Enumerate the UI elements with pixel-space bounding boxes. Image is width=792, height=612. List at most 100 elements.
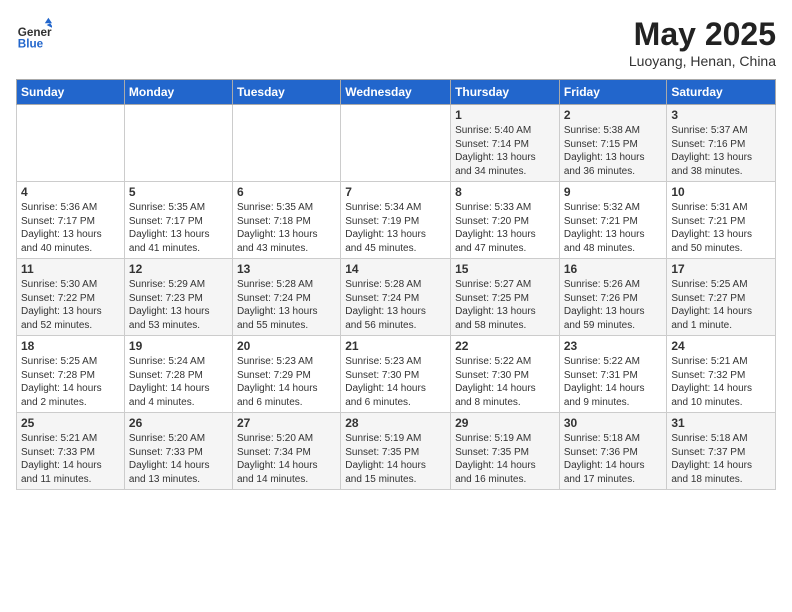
calendar-cell: 23Sunrise: 5:22 AM Sunset: 7:31 PM Dayli… — [559, 336, 667, 413]
day-info: Sunrise: 5:24 AM Sunset: 7:28 PM Dayligh… — [129, 355, 228, 409]
calendar-cell: 24Sunrise: 5:21 AM Sunset: 7:32 PM Dayli… — [667, 336, 776, 413]
weekday-wednesday: Wednesday — [341, 80, 451, 105]
day-info: Sunrise: 5:20 AM Sunset: 7:34 PM Dayligh… — [237, 432, 336, 486]
day-info: Sunrise: 5:25 AM Sunset: 7:27 PM Dayligh… — [671, 278, 771, 332]
day-number: 2 — [564, 108, 663, 122]
day-number: 28 — [345, 416, 446, 430]
day-number: 3 — [671, 108, 771, 122]
weekday-sunday: Sunday — [17, 80, 125, 105]
day-number: 19 — [129, 339, 228, 353]
day-number: 24 — [671, 339, 771, 353]
day-info: Sunrise: 5:23 AM Sunset: 7:29 PM Dayligh… — [237, 355, 336, 409]
day-number: 25 — [21, 416, 120, 430]
logo-icon: General Blue — [16, 16, 52, 52]
day-info: Sunrise: 5:35 AM Sunset: 7:17 PM Dayligh… — [129, 201, 228, 255]
title-block: May 2025 Luoyang, Henan, China — [629, 16, 776, 69]
page-header: General Blue May 2025 Luoyang, Henan, Ch… — [16, 16, 776, 69]
day-info: Sunrise: 5:37 AM Sunset: 7:16 PM Dayligh… — [671, 124, 771, 178]
month-title: May 2025 — [629, 16, 776, 53]
svg-text:Blue: Blue — [18, 38, 44, 51]
calendar-cell: 11 Sunrise: 5:30 AM Sunset: 7:22 PM Dayli… — [17, 259, 125, 336]
day-number: 20 — [237, 339, 336, 353]
calendar-cell: 16 Sunrise: 5:26 AM Sunset: 7:26 PM Dayli… — [559, 259, 667, 336]
calendar-cell: 13 Sunrise: 5:28 AM Sunset: 7:24 PM Dayli… — [232, 259, 340, 336]
calendar-cell: 26 Sunrise: 5:20 AM Sunset: 7:33 PM Dayli… — [124, 413, 232, 490]
calendar-cell — [124, 105, 232, 182]
calendar-cell — [232, 105, 340, 182]
day-info: Sunrise: 5:28 AM Sunset: 7:24 PM Dayligh… — [345, 278, 446, 332]
day-number: 12 — [129, 262, 228, 276]
day-info: Sunrise: 5:26 AM Sunset: 7:26 PM Dayligh… — [564, 278, 663, 332]
calendar-cell: 25 Sunrise: 5:21 AM Sunset: 7:33 PM Dayli… — [17, 413, 125, 490]
calendar-cell: 2 Sunrise: 5:38 AM Sunset: 7:15 PM Daylig… — [559, 105, 667, 182]
calendar-cell: 15 Sunrise: 5:27 AM Sunset: 7:25 PM Dayli… — [451, 259, 560, 336]
calendar-cell: 31 Sunrise: 5:18 AM Sunset: 7:37 PM Dayli… — [667, 413, 776, 490]
day-number: 16 — [564, 262, 663, 276]
day-info: Sunrise: 5:19 AM Sunset: 7:35 PM Dayligh… — [455, 432, 555, 486]
calendar-cell: 27 Sunrise: 5:20 AM Sunset: 7:34 PM Dayli… — [232, 413, 340, 490]
day-number: 15 — [455, 262, 555, 276]
week-row-1: 1 Sunrise: 5:40 AM Sunset: 7:14 PM Daylig… — [17, 105, 776, 182]
calendar-cell: 4 Sunrise: 5:36 AM Sunset: 7:17 PM Daylig… — [17, 182, 125, 259]
day-info: Sunrise: 5:38 AM Sunset: 7:15 PM Dayligh… — [564, 124, 663, 178]
weekday-monday: Monday — [124, 80, 232, 105]
day-info: Sunrise: 5:20 AM Sunset: 7:33 PM Dayligh… — [129, 432, 228, 486]
calendar-table: SundayMondayTuesdayWednesdayThursdayFrid… — [16, 79, 776, 490]
day-info: Sunrise: 5:21 AM Sunset: 7:33 PM Dayligh… — [21, 432, 120, 486]
day-number: 8 — [455, 185, 555, 199]
weekday-tuesday: Tuesday — [232, 80, 340, 105]
day-number: 30 — [564, 416, 663, 430]
day-info: Sunrise: 5:22 AM Sunset: 7:30 PM Dayligh… — [455, 355, 555, 409]
day-info: Sunrise: 5:33 AM Sunset: 7:20 PM Dayligh… — [455, 201, 555, 255]
day-info: Sunrise: 5:27 AM Sunset: 7:25 PM Dayligh… — [455, 278, 555, 332]
weekday-thursday: Thursday — [451, 80, 560, 105]
calendar-cell: 28 Sunrise: 5:19 AM Sunset: 7:35 PM Dayli… — [341, 413, 451, 490]
calendar-cell: 7 Sunrise: 5:34 AM Sunset: 7:19 PM Daylig… — [341, 182, 451, 259]
day-info: Sunrise: 5:19 AM Sunset: 7:35 PM Dayligh… — [345, 432, 446, 486]
day-info: Sunrise: 5:30 AM Sunset: 7:22 PM Dayligh… — [21, 278, 120, 332]
week-row-5: 25 Sunrise: 5:21 AM Sunset: 7:33 PM Dayli… — [17, 413, 776, 490]
day-info: Sunrise: 5:18 AM Sunset: 7:36 PM Dayligh… — [564, 432, 663, 486]
day-number: 17 — [671, 262, 771, 276]
day-info: Sunrise: 5:18 AM Sunset: 7:37 PM Dayligh… — [671, 432, 771, 486]
week-row-3: 11 Sunrise: 5:30 AM Sunset: 7:22 PM Dayli… — [17, 259, 776, 336]
week-row-4: 18Sunrise: 5:25 AM Sunset: 7:28 PM Dayli… — [17, 336, 776, 413]
day-number: 1 — [455, 108, 555, 122]
calendar-cell: 3 Sunrise: 5:37 AM Sunset: 7:16 PM Daylig… — [667, 105, 776, 182]
day-info: Sunrise: 5:28 AM Sunset: 7:24 PM Dayligh… — [237, 278, 336, 332]
location: Luoyang, Henan, China — [629, 53, 776, 69]
day-info: Sunrise: 5:40 AM Sunset: 7:14 PM Dayligh… — [455, 124, 555, 178]
calendar-cell: 12 Sunrise: 5:29 AM Sunset: 7:23 PM Dayli… — [124, 259, 232, 336]
calendar-cell: 6Sunrise: 5:35 AM Sunset: 7:18 PM Daylig… — [232, 182, 340, 259]
calendar-cell: 17 Sunrise: 5:25 AM Sunset: 7:27 PM Dayli… — [667, 259, 776, 336]
day-number: 9 — [564, 185, 663, 199]
calendar-cell: 10Sunrise: 5:31 AM Sunset: 7:21 PM Dayli… — [667, 182, 776, 259]
calendar-cell: 19 Sunrise: 5:24 AM Sunset: 7:28 PM Dayli… — [124, 336, 232, 413]
day-number: 11 — [21, 262, 120, 276]
weekday-saturday: Saturday — [667, 80, 776, 105]
calendar-cell: 22 Sunrise: 5:22 AM Sunset: 7:30 PM Dayli… — [451, 336, 560, 413]
day-number: 27 — [237, 416, 336, 430]
day-number: 4 — [21, 185, 120, 199]
weekday-header-row: SundayMondayTuesdayWednesdayThursdayFrid… — [17, 80, 776, 105]
day-number: 14 — [345, 262, 446, 276]
day-info: Sunrise: 5:22 AM Sunset: 7:31 PM Dayligh… — [564, 355, 663, 409]
day-number: 5 — [129, 185, 228, 199]
day-number: 21 — [345, 339, 446, 353]
logo: General Blue — [16, 16, 52, 52]
day-info: Sunrise: 5:29 AM Sunset: 7:23 PM Dayligh… — [129, 278, 228, 332]
day-number: 7 — [345, 185, 446, 199]
day-info: Sunrise: 5:36 AM Sunset: 7:17 PM Dayligh… — [21, 201, 120, 255]
day-number: 13 — [237, 262, 336, 276]
day-number: 29 — [455, 416, 555, 430]
day-number: 26 — [129, 416, 228, 430]
calendar-cell: 18Sunrise: 5:25 AM Sunset: 7:28 PM Dayli… — [17, 336, 125, 413]
day-number: 31 — [671, 416, 771, 430]
calendar-cell: 8 Sunrise: 5:33 AM Sunset: 7:20 PM Daylig… — [451, 182, 560, 259]
day-info: Sunrise: 5:34 AM Sunset: 7:19 PM Dayligh… — [345, 201, 446, 255]
day-number: 22 — [455, 339, 555, 353]
day-info: Sunrise: 5:25 AM Sunset: 7:28 PM Dayligh… — [21, 355, 120, 409]
calendar-cell — [17, 105, 125, 182]
calendar-cell: 14 Sunrise: 5:28 AM Sunset: 7:24 PM Dayli… — [341, 259, 451, 336]
weekday-friday: Friday — [559, 80, 667, 105]
